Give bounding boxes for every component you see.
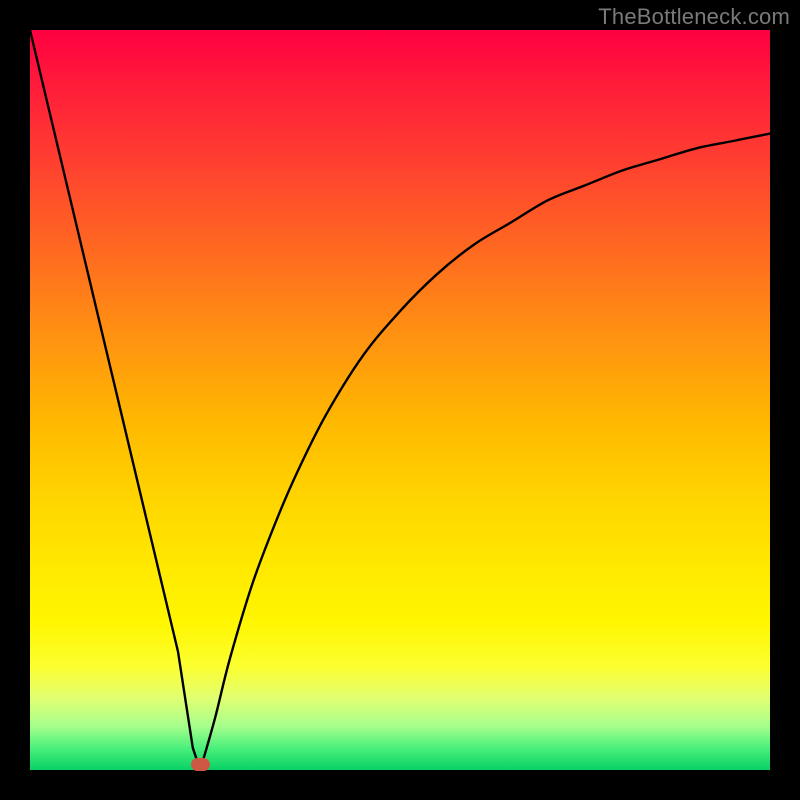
chart-frame: TheBottleneck.com	[0, 0, 800, 800]
curve-right-branch	[200, 134, 770, 770]
chart-minimum-marker	[191, 758, 210, 771]
attribution-text: TheBottleneck.com	[598, 4, 790, 30]
chart-curve-layer	[30, 30, 770, 770]
curve-left-branch	[30, 30, 200, 770]
